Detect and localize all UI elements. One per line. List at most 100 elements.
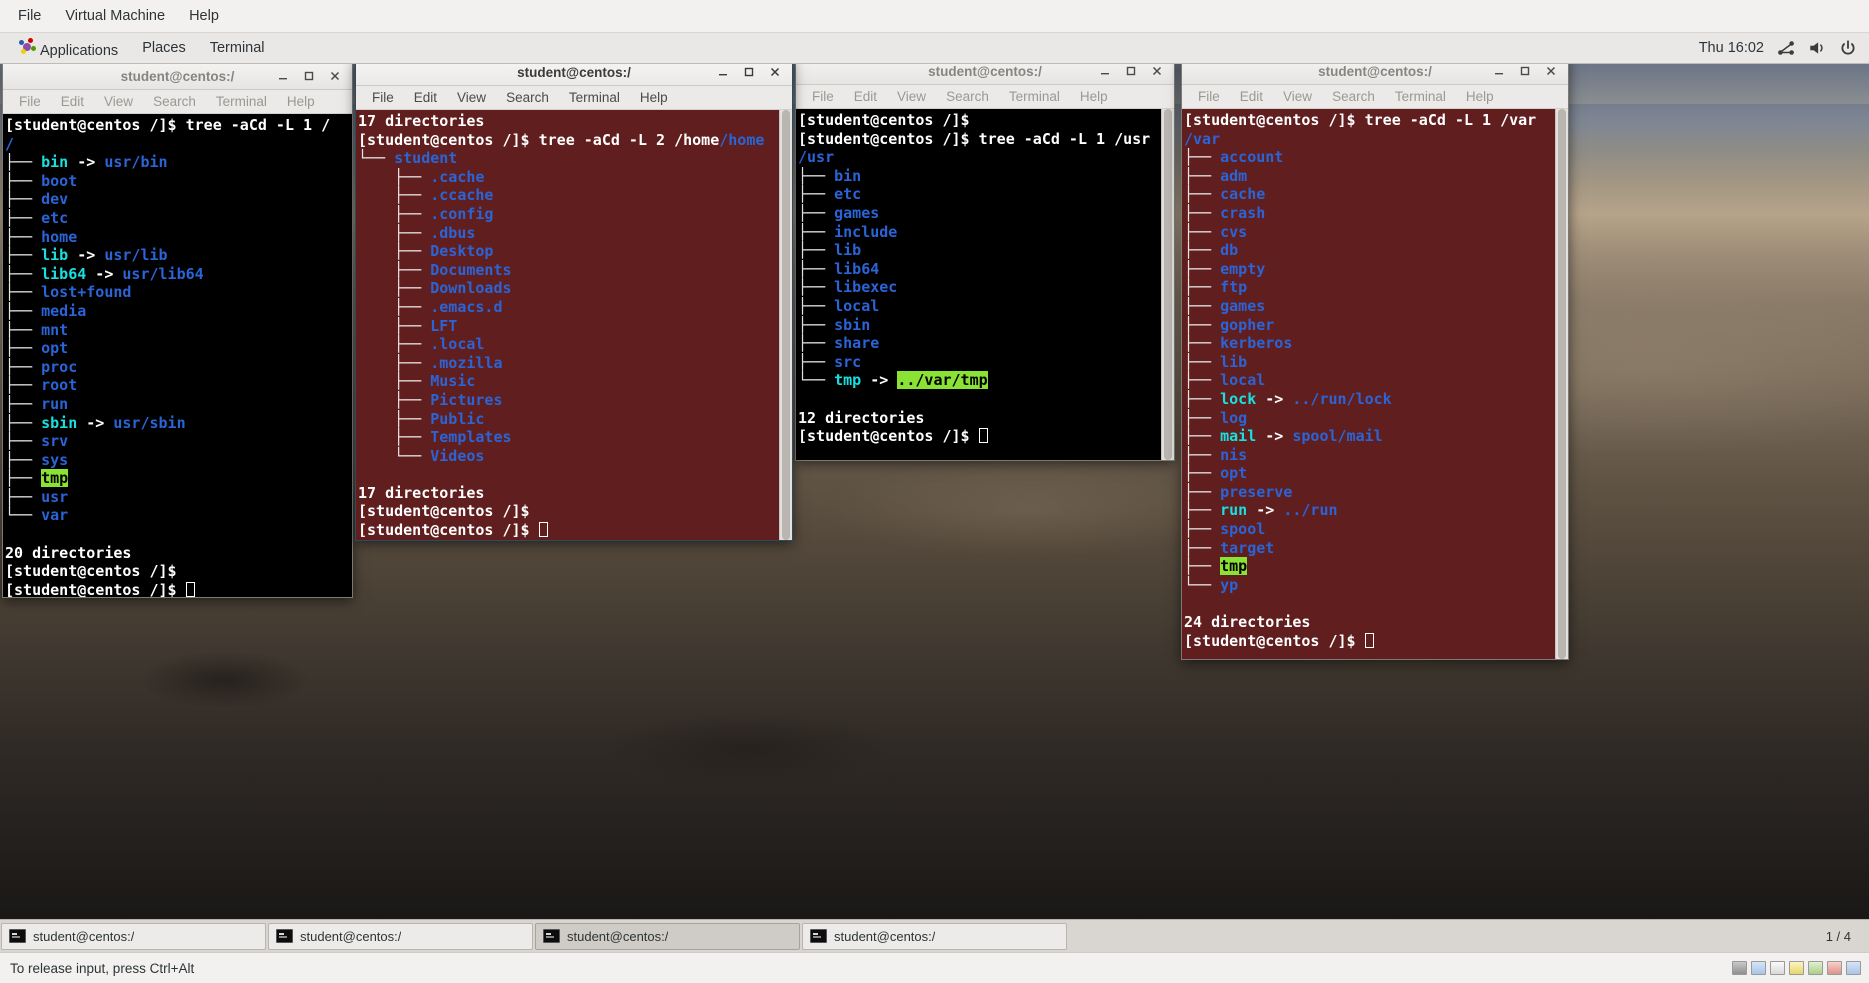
- scrollbar-thumb[interactable]: [1558, 109, 1566, 659]
- taskbar-button-4[interactable]: student@centos:/: [802, 922, 1067, 950]
- network-adapter-icon[interactable]: [1770, 961, 1785, 975]
- menu-search[interactable]: Search: [936, 87, 999, 106]
- terminal-line: ├── cvs: [1184, 223, 1568, 242]
- terminal-line: ├── usr: [5, 488, 352, 507]
- terminal-window-1[interactable]: student@centos:/ File Edit View Search T…: [2, 62, 353, 598]
- terminal-span: ├──: [1184, 557, 1221, 576]
- menu-edit[interactable]: Edit: [51, 92, 94, 111]
- menu-edit[interactable]: Edit: [404, 88, 447, 107]
- terminal-span: account: [1220, 148, 1284, 167]
- menu-help[interactable]: Help: [630, 88, 678, 107]
- terminal-span: ->: [77, 413, 114, 432]
- menu-terminal[interactable]: Terminal: [1385, 87, 1456, 106]
- terminal-span: cache: [1220, 185, 1266, 204]
- usb-icon[interactable]: [1789, 961, 1804, 975]
- terminal-cursor: [538, 522, 548, 538]
- menu-help[interactable]: Help: [277, 92, 325, 111]
- menu-file[interactable]: File: [1188, 87, 1230, 106]
- taskbar-button-1[interactable]: student@centos:/: [1, 922, 266, 950]
- printer-icon[interactable]: [1827, 961, 1842, 975]
- terminal-window-3[interactable]: student@centos:/ File Edit View Search T…: [795, 57, 1175, 461]
- terminal-output[interactable]: 17 directories [student@centos /]$ tree -…: [356, 110, 792, 540]
- terminal-span: lost+found: [41, 283, 132, 302]
- vm-menu-file[interactable]: File: [8, 4, 51, 28]
- terminal-output[interactable]: [student@centos /]$ [student@centos /]$ t…: [796, 109, 1174, 460]
- terminal-line: ├── root: [5, 376, 352, 395]
- minimize-icon[interactable]: [710, 61, 736, 83]
- menu-edit[interactable]: Edit: [844, 87, 887, 106]
- vm-menu-help[interactable]: Help: [179, 4, 229, 28]
- terminal-span: [student@centos /]$: [798, 111, 970, 129]
- menu-view[interactable]: View: [1273, 87, 1322, 106]
- display-icon[interactable]: [1846, 961, 1861, 975]
- terminal-span: 24 directories: [1184, 613, 1311, 632]
- terminal-scrollbar[interactable]: [1161, 109, 1174, 460]
- menu-view[interactable]: View: [447, 88, 496, 107]
- panel-clock[interactable]: Thu 16:02: [1699, 40, 1764, 56]
- terminal-span: crash: [1220, 203, 1266, 222]
- menu-file[interactable]: File: [9, 92, 51, 111]
- sound-icon[interactable]: [1808, 961, 1823, 975]
- terminal-line: ├── share: [798, 334, 1174, 353]
- menu-file[interactable]: File: [362, 88, 404, 107]
- scrollbar-thumb[interactable]: [1164, 109, 1172, 460]
- terminal-line: ├── run -> ../run: [1184, 501, 1568, 520]
- power-icon[interactable]: [1839, 39, 1857, 57]
- panel-terminal-menu[interactable]: Terminal: [199, 36, 276, 60]
- terminal-line: ├── sbin -> usr/sbin: [5, 414, 352, 433]
- menu-view[interactable]: View: [94, 92, 143, 111]
- harddisk-icon[interactable]: [1732, 961, 1747, 975]
- terminal-span: ├──: [1184, 464, 1221, 483]
- titlebar[interactable]: student@centos:/: [3, 63, 352, 90]
- status-message: To release input, press Ctrl+Alt: [10, 960, 195, 976]
- menu-terminal[interactable]: Terminal: [999, 87, 1070, 106]
- panel-applications-label: Applications: [40, 42, 119, 59]
- menu-terminal[interactable]: Terminal: [206, 92, 277, 111]
- terminal-scrollbar[interactable]: [779, 110, 792, 540]
- workspace-indicator[interactable]: 1 / 4: [1818, 927, 1859, 946]
- terminal-span: spool: [1220, 520, 1266, 539]
- terminal-span: ├──: [5, 413, 42, 432]
- terminal-span: ├──: [1184, 408, 1221, 427]
- menu-edit[interactable]: Edit: [1230, 87, 1273, 106]
- menu-view[interactable]: View: [887, 87, 936, 106]
- close-icon[interactable]: [762, 61, 788, 83]
- taskbar-button-3[interactable]: student@centos:/: [535, 922, 800, 950]
- volume-icon[interactable]: [1808, 39, 1826, 57]
- terminal-window-2[interactable]: student@centos:/ File Edit View Search T…: [355, 58, 793, 541]
- terminal-menubar: File Edit View Search Terminal Help: [1182, 85, 1568, 109]
- menu-file[interactable]: File: [802, 87, 844, 106]
- network-icon[interactable]: [1777, 39, 1795, 57]
- taskbar-button-2[interactable]: student@centos:/: [268, 922, 533, 950]
- terminal-line: ├── include: [798, 223, 1174, 242]
- terminal-span: ->: [68, 153, 105, 172]
- terminal-line: [student@centos /]$ tree -aCd -L 2 /home…: [358, 131, 792, 150]
- panel-applications-menu[interactable]: Applications: [8, 34, 129, 63]
- terminal-output[interactable]: [student@centos /]$ tree -aCd -L 1 /var /…: [1182, 109, 1568, 659]
- vm-menu-virtual-machine[interactable]: Virtual Machine: [55, 4, 175, 28]
- terminal-span: └──: [358, 149, 395, 168]
- terminal-window-4[interactable]: student@centos:/ File Edit View Search T…: [1181, 57, 1569, 660]
- terminal-line: ├── Desktop: [358, 242, 792, 261]
- terminal-line: ├── srv: [5, 432, 352, 451]
- terminal-span: ->: [861, 371, 898, 390]
- close-icon[interactable]: [322, 65, 348, 87]
- menu-terminal[interactable]: Terminal: [559, 88, 630, 107]
- terminal-cursor: [978, 428, 988, 444]
- scrollbar-thumb[interactable]: [782, 110, 790, 540]
- menu-search[interactable]: Search: [143, 92, 206, 111]
- terminal-output[interactable]: [student@centos /]$ tree -aCd -L 1 // ├──…: [3, 114, 352, 597]
- terminal-scrollbar[interactable]: [1555, 109, 1568, 659]
- menu-help[interactable]: Help: [1456, 87, 1504, 106]
- panel-places-menu[interactable]: Places: [131, 36, 197, 60]
- cdrom-icon[interactable]: [1751, 961, 1766, 975]
- gnome-top-panel: Applications Places Terminal Thu 16:02: [0, 33, 1869, 64]
- menu-search[interactable]: Search: [1322, 87, 1385, 106]
- maximize-icon[interactable]: [296, 65, 322, 87]
- maximize-icon[interactable]: [736, 61, 762, 83]
- terminal-span: Documents: [430, 260, 512, 279]
- minimize-icon[interactable]: [270, 65, 296, 87]
- menu-search[interactable]: Search: [496, 88, 559, 107]
- menu-help[interactable]: Help: [1070, 87, 1118, 106]
